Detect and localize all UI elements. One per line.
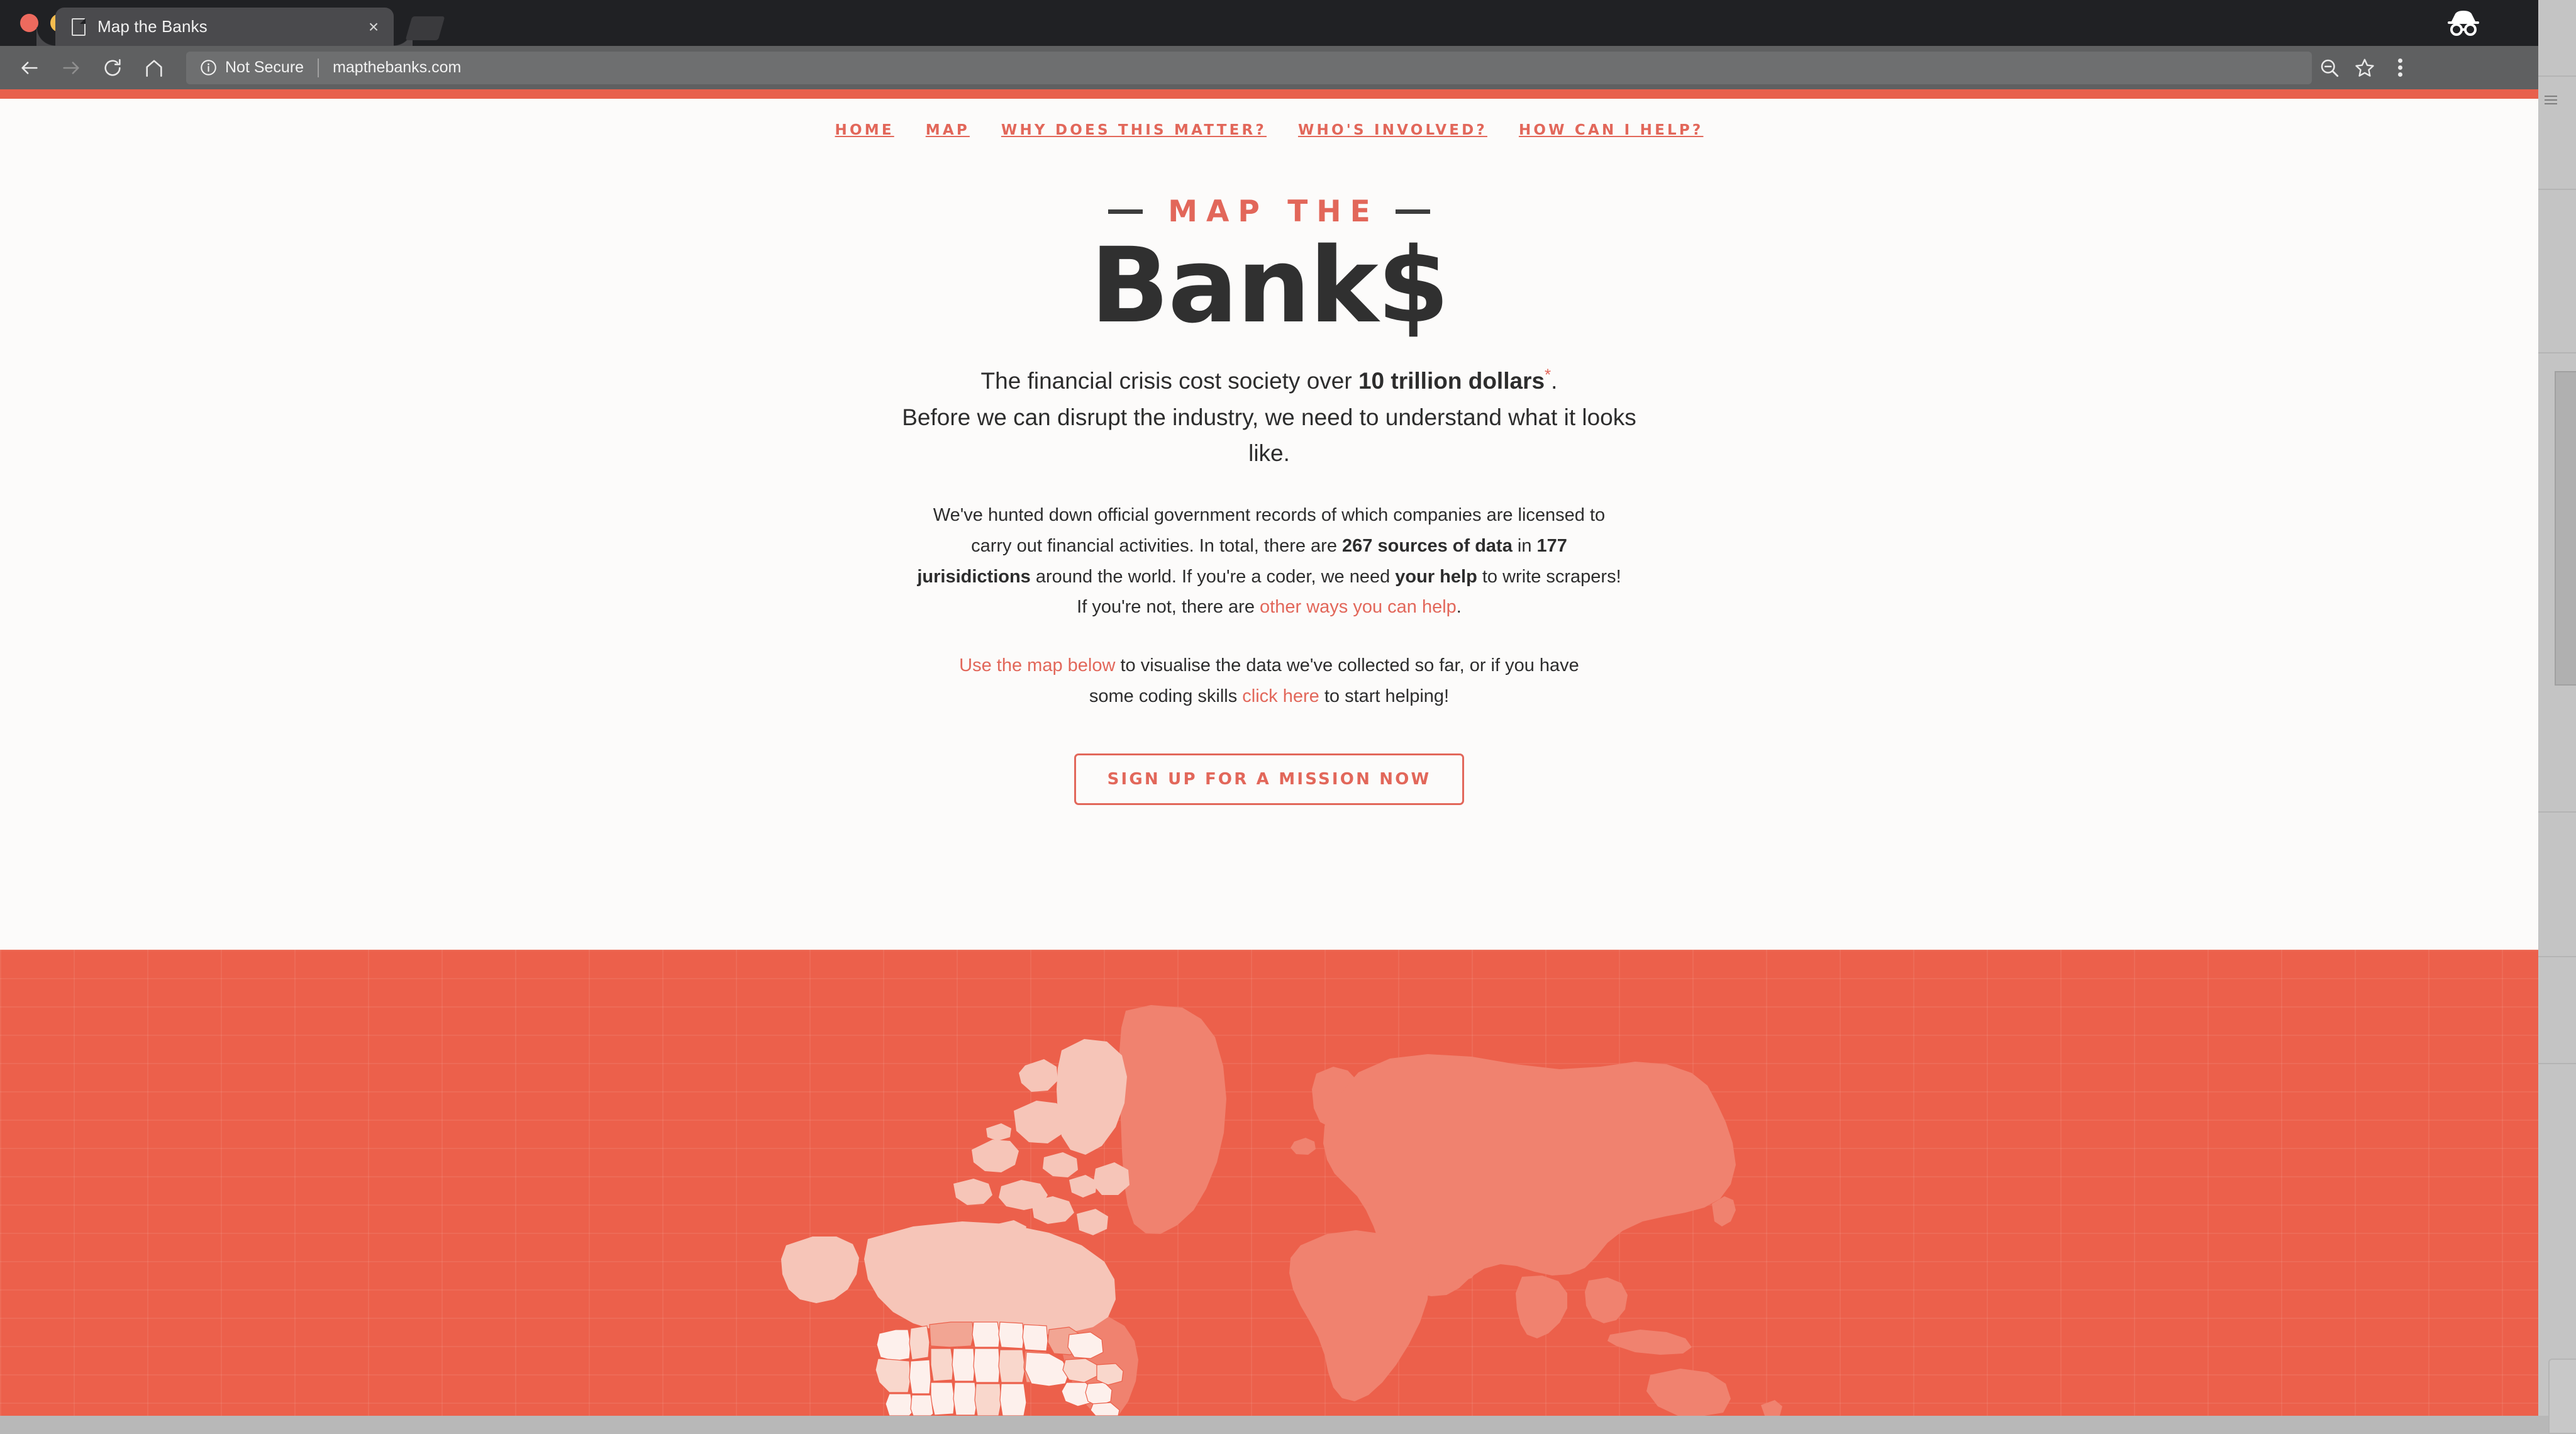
body-text: . (1456, 597, 1462, 618)
arrow-left-icon (21, 61, 38, 74)
body-text: around the world. If you're a coder, we … (1030, 566, 1396, 587)
body-text: to start helping! (1319, 686, 1450, 706)
footnote-asterisk: * (1545, 365, 1552, 384)
browser-window: Map the Banks × Not Secure mapthebanks.c… (0, 0, 2538, 1416)
body-text: in (1512, 536, 1537, 556)
hero-body-paragraph: We've hunted down official government re… (917, 500, 1621, 623)
site-navigation: HOME MAP WHY DOES THIS MATTER? WHO'S INV… (0, 99, 2538, 162)
hero-section: MAP THE Bank$ The financial crisis cost … (0, 162, 2538, 805)
nav-item-home[interactable]: HOME (819, 122, 910, 138)
stat-sources-of-data: 267 sources of data (1342, 536, 1513, 556)
close-icon[interactable]: × (360, 13, 387, 41)
close-window-button[interactable] (20, 14, 38, 32)
three-dot-menu-icon (2397, 56, 2402, 79)
reload-button[interactable] (94, 50, 131, 86)
browser-tab[interactable]: Map the Banks × (55, 8, 413, 46)
info-icon (201, 60, 216, 75)
zoom-out-icon (2321, 59, 2339, 77)
address-bar[interactable]: Not Secure mapthebanks.com (186, 51, 2312, 84)
hero-body-paragraph-2: Use the map below to visualise the data … (936, 650, 1602, 711)
link-use-the-map-below[interactable]: Use the map below (959, 655, 1115, 675)
browser-toolbar: Not Secure mapthebanks.com (0, 46, 2538, 89)
background-window-row (2538, 352, 2576, 353)
logo-kicker: MAP THE (0, 194, 2538, 229)
hamburger-icon[interactable] (2545, 96, 2557, 106)
background-window-panel (2555, 371, 2576, 686)
link-click-here[interactable]: click here (1242, 686, 1319, 706)
browser-menu-button[interactable] (2382, 50, 2418, 86)
link-other-ways-you-can-help[interactable]: other ways you can help (1260, 597, 1457, 617)
body-emphasis: your help (1395, 566, 1477, 587)
reload-icon (104, 58, 121, 76)
nav-item-whos-involved[interactable]: WHO'S INVOLVED? (1282, 122, 1503, 138)
page-icon (72, 18, 86, 36)
background-window-row (2538, 956, 2576, 957)
background-window-row (2538, 1063, 2576, 1064)
world-map-svg[interactable] (0, 950, 2538, 1416)
security-status: Not Secure (225, 58, 304, 76)
browser-tab-strip: Map the Banks × (0, 0, 2538, 46)
new-tab-button[interactable] (405, 16, 445, 40)
incognito-icon[interactable] (2444, 7, 2483, 37)
nav-item-why-does-this-matter[interactable]: WHY DOES THIS MATTER? (985, 122, 1282, 138)
background-window-row (2538, 811, 2576, 813)
logo-dash-left (1108, 209, 1143, 214)
world-map-section[interactable] (0, 950, 2538, 1416)
home-icon (146, 59, 162, 77)
background-window-row (2538, 189, 2576, 190)
page-content: HOME MAP WHY DOES THIS MATTER? WHO'S INV… (0, 89, 2538, 1416)
zoom-out-button[interactable] (2312, 50, 2347, 86)
page-title: Bank$ (1090, 225, 1449, 346)
star-icon (2355, 58, 2374, 77)
hero-lead-part2: . (1551, 368, 1558, 394)
url-text[interactable]: mapthebanks.com (333, 58, 2298, 77)
cta-wrapper: SIGN UP FOR A MISSION NOW (0, 753, 2538, 805)
map-land-mapped (781, 1039, 1130, 1336)
back-button[interactable] (11, 50, 48, 86)
arrow-right-icon (63, 61, 79, 74)
home-button[interactable] (136, 50, 172, 86)
hero-lead-part1: The financial crisis cost society over (980, 368, 1358, 394)
map-us-states[interactable] (875, 1321, 1124, 1416)
logo-dash-right (1395, 209, 1430, 214)
background-window-row (2538, 75, 2576, 77)
map-land-unmapped (1060, 1005, 1782, 1416)
forward-button[interactable] (53, 50, 89, 86)
logo-kicker-text: MAP THE (1168, 194, 1379, 229)
nav-item-map[interactable]: MAP (910, 122, 985, 138)
omnibox-divider (318, 58, 319, 77)
nav-item-how-can-i-help[interactable]: HOW CAN I HELP? (1503, 122, 1719, 138)
accent-bar (0, 89, 2538, 99)
hero-lead-line2: Before we can disrupt the industry, we n… (902, 404, 1636, 466)
hero-lead-highlight: 10 trillion dollars (1358, 368, 1545, 394)
bookmark-button[interactable] (2347, 50, 2382, 86)
sign-up-for-a-mission-button[interactable]: SIGN UP FOR A MISSION NOW (1074, 753, 1465, 805)
background-window-panel (2548, 1359, 2576, 1434)
tab-title: Map the Banks (97, 17, 208, 36)
hero-lead: The financial crisis cost society over 1… (898, 363, 1640, 471)
